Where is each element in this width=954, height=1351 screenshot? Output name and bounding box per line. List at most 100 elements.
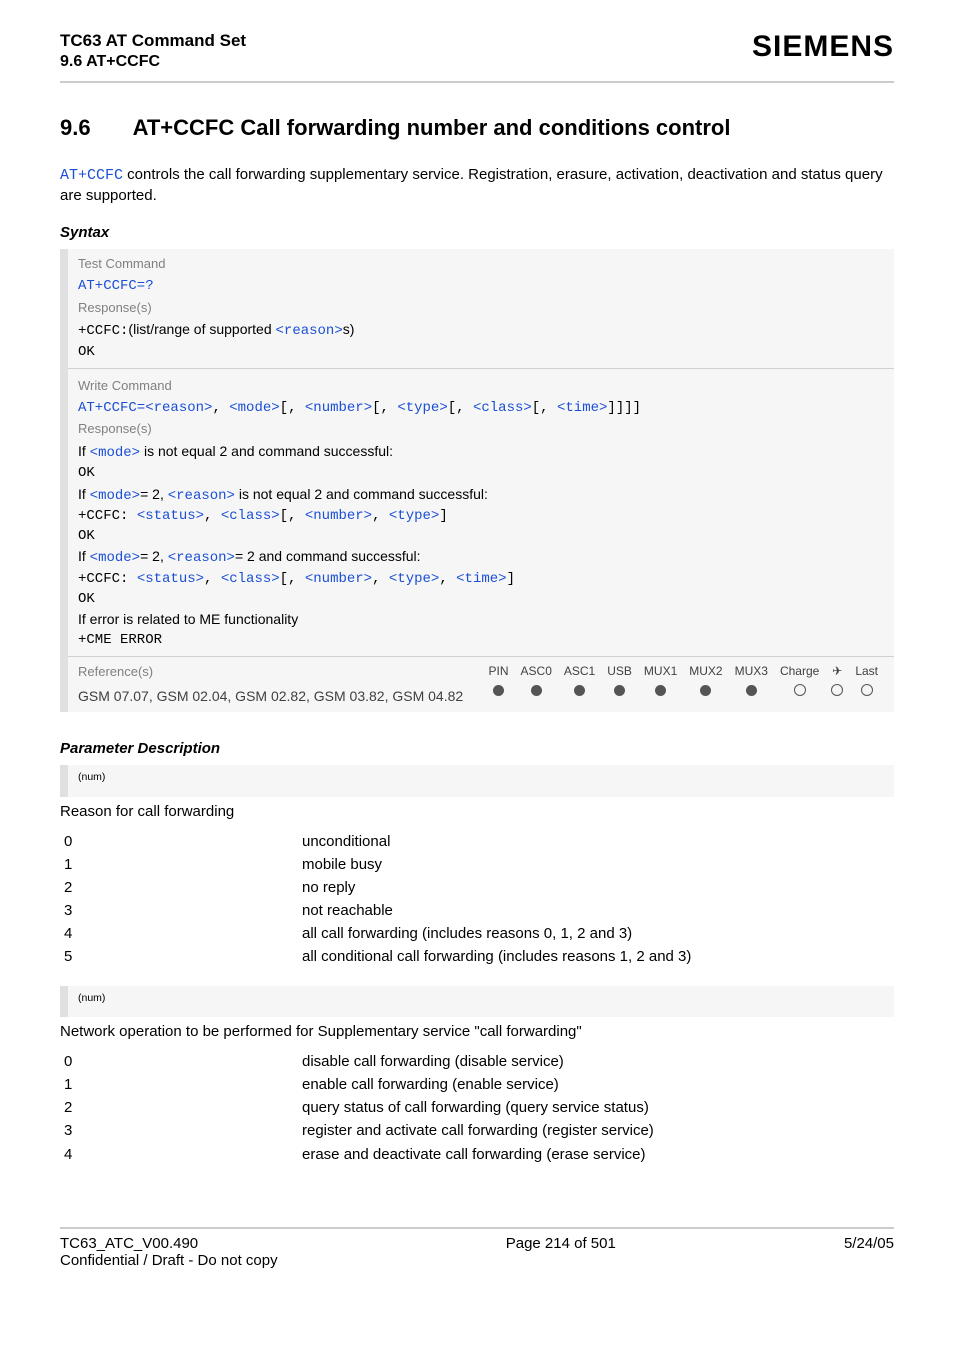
table-row: 1mobile busy: [60, 853, 894, 876]
test-command: AT+CCFC=?: [78, 276, 884, 296]
response-label-2: Response(s): [78, 418, 884, 441]
flag-header: Last: [849, 661, 884, 682]
write-resp-2: +CCFC: <status>, <class>[, <number>, <ty…: [78, 506, 884, 526]
param-value-key: 4: [60, 1143, 298, 1167]
param-value-desc: all call forwarding (includes reasons 0,…: [298, 922, 894, 945]
param-value-key: 1: [60, 853, 298, 876]
write-command-label: Write Command: [78, 375, 884, 398]
flag-value: [483, 682, 515, 703]
param-desc: Network operation to be performed for Su…: [60, 1023, 894, 1040]
syntax-heading: Syntax: [60, 224, 894, 241]
doc-subtitle: 9.6 AT+CCFC: [60, 52, 246, 73]
table-row: 3not reachable: [60, 899, 894, 922]
flag-value: [849, 682, 884, 703]
param-value-key: 2: [60, 876, 298, 899]
section-title: AT+CCFC Call forwarding number and condi…: [133, 115, 731, 141]
dot-filled-icon: [746, 685, 757, 696]
dot-empty-icon: [861, 684, 873, 696]
flag-value: [825, 682, 849, 703]
footer-page: Page 214 of 501: [506, 1235, 616, 1269]
param-table: 0disable call forwarding (disable servic…: [60, 1050, 894, 1167]
dot-filled-icon: [614, 685, 625, 696]
param-value-desc: all conditional call forwarding (include…: [298, 945, 894, 968]
dot-filled-icon: [493, 685, 504, 696]
footer-confidential: Confidential / Draft - Do not copy: [60, 1252, 278, 1269]
footer-date: 5/24/05: [844, 1235, 894, 1269]
dot-filled-icon: [700, 685, 711, 696]
flag-header: MUX3: [729, 661, 774, 682]
ok-4: OK: [78, 589, 884, 609]
flag-header: ASC1: [558, 661, 601, 682]
flag-header: MUX2: [683, 661, 728, 682]
intro-text: controls the call forwarding supplementa…: [60, 166, 883, 204]
flag-header: ASC0: [515, 661, 558, 682]
param-value-desc: erase and deactivate call forwarding (er…: [298, 1143, 894, 1167]
param-value-desc: no reply: [298, 876, 894, 899]
table-row: 1enable call forwarding (enable service): [60, 1073, 894, 1096]
param-value-key: 0: [60, 830, 298, 853]
flags-table: PINASC0ASC1USBMUX1MUX2MUX3Charge✈Last: [483, 661, 885, 704]
flag-header: USB: [601, 661, 638, 682]
table-row: 5all conditional call forwarding (includ…: [60, 945, 894, 968]
param-value-desc: register and activate call forwarding (r…: [298, 1119, 894, 1143]
table-row: 3register and activate call forwarding (…: [60, 1119, 894, 1143]
param-value-key: 4: [60, 922, 298, 945]
param-sup: (num): [78, 771, 105, 783]
section-number: 9.6: [60, 115, 91, 141]
write-command: AT+CCFC=<reason>, <mode>[, <number>[, <t…: [78, 398, 884, 418]
reference-label: Reference(s): [78, 661, 483, 684]
page-footer: TC63_ATC_V00.490 Confidential / Draft - …: [60, 1227, 894, 1269]
param-value-key: 0: [60, 1050, 298, 1073]
flag-header: PIN: [483, 661, 515, 682]
flag-value: [729, 682, 774, 703]
param-value-key: 1: [60, 1073, 298, 1096]
cmd-link[interactable]: AT+CCFC: [60, 167, 123, 184]
param-value-key: 3: [60, 1119, 298, 1143]
dot-filled-icon: [574, 685, 585, 696]
param-name-block: (num): [60, 765, 894, 797]
flag-value: [515, 682, 558, 703]
param-table: 0unconditional1mobile busy2no reply3not …: [60, 830, 894, 968]
dot-filled-icon: [655, 685, 666, 696]
table-row: 0unconditional: [60, 830, 894, 853]
write-if-3: If <mode>= 2, <reason>= 2 and command su…: [78, 546, 884, 568]
response-label: Response(s): [78, 297, 884, 320]
ok-1: OK: [78, 342, 884, 362]
flag-value: [638, 682, 683, 703]
page-header: TC63 AT Command Set 9.6 AT+CCFC SIEMENS: [60, 30, 894, 83]
parameter-heading: Parameter Description: [60, 740, 894, 757]
param-value-key: 2: [60, 1096, 298, 1119]
write-if-1: If <mode> is not equal 2 and command suc…: [78, 441, 884, 463]
param-name-block: (num): [60, 986, 894, 1018]
write-resp-3: +CCFC: <status>, <class>[, <number>, <ty…: [78, 569, 884, 589]
test-response-line: +CCFC:(list/range of supported <reason>s…: [78, 319, 884, 341]
param-value-desc: enable call forwarding (enable service): [298, 1073, 894, 1096]
param-sup: (num): [78, 992, 105, 1004]
flag-header: MUX1: [638, 661, 683, 682]
param-value-desc: disable call forwarding (disable service…: [298, 1050, 894, 1073]
ok-2: OK: [78, 463, 884, 483]
flag-value: [774, 682, 825, 703]
section-heading: 9.6 AT+CCFC Call forwarding number and c…: [60, 115, 894, 141]
param-value-key: 5: [60, 945, 298, 968]
syntax-box: Test Command AT+CCFC=? Response(s) +CCFC…: [60, 249, 894, 712]
error-line: If error is related to ME functionality: [78, 609, 884, 629]
table-row: 0disable call forwarding (disable servic…: [60, 1050, 894, 1073]
flag-value: [683, 682, 728, 703]
intro-paragraph: AT+CCFC controls the call forwarding sup…: [60, 165, 894, 207]
flag-header: Charge: [774, 661, 825, 682]
brand-logo: SIEMENS: [752, 30, 894, 64]
cme-error: +CME ERROR: [78, 630, 884, 650]
table-row: 2no reply: [60, 876, 894, 899]
write-if-2: If <mode>= 2, <reason> is not equal 2 an…: [78, 484, 884, 506]
dot-empty-icon: [831, 684, 843, 696]
table-row: 2query status of call forwarding (query …: [60, 1096, 894, 1119]
dot-filled-icon: [531, 685, 542, 696]
flag-value: [601, 682, 638, 703]
param-desc: Reason for call forwarding: [60, 803, 894, 820]
table-row: 4all call forwarding (includes reasons 0…: [60, 922, 894, 945]
doc-title: TC63 AT Command Set: [60, 30, 246, 52]
dot-empty-icon: [794, 684, 806, 696]
test-command-label: Test Command: [78, 253, 884, 276]
flag-header: ✈: [825, 661, 849, 682]
